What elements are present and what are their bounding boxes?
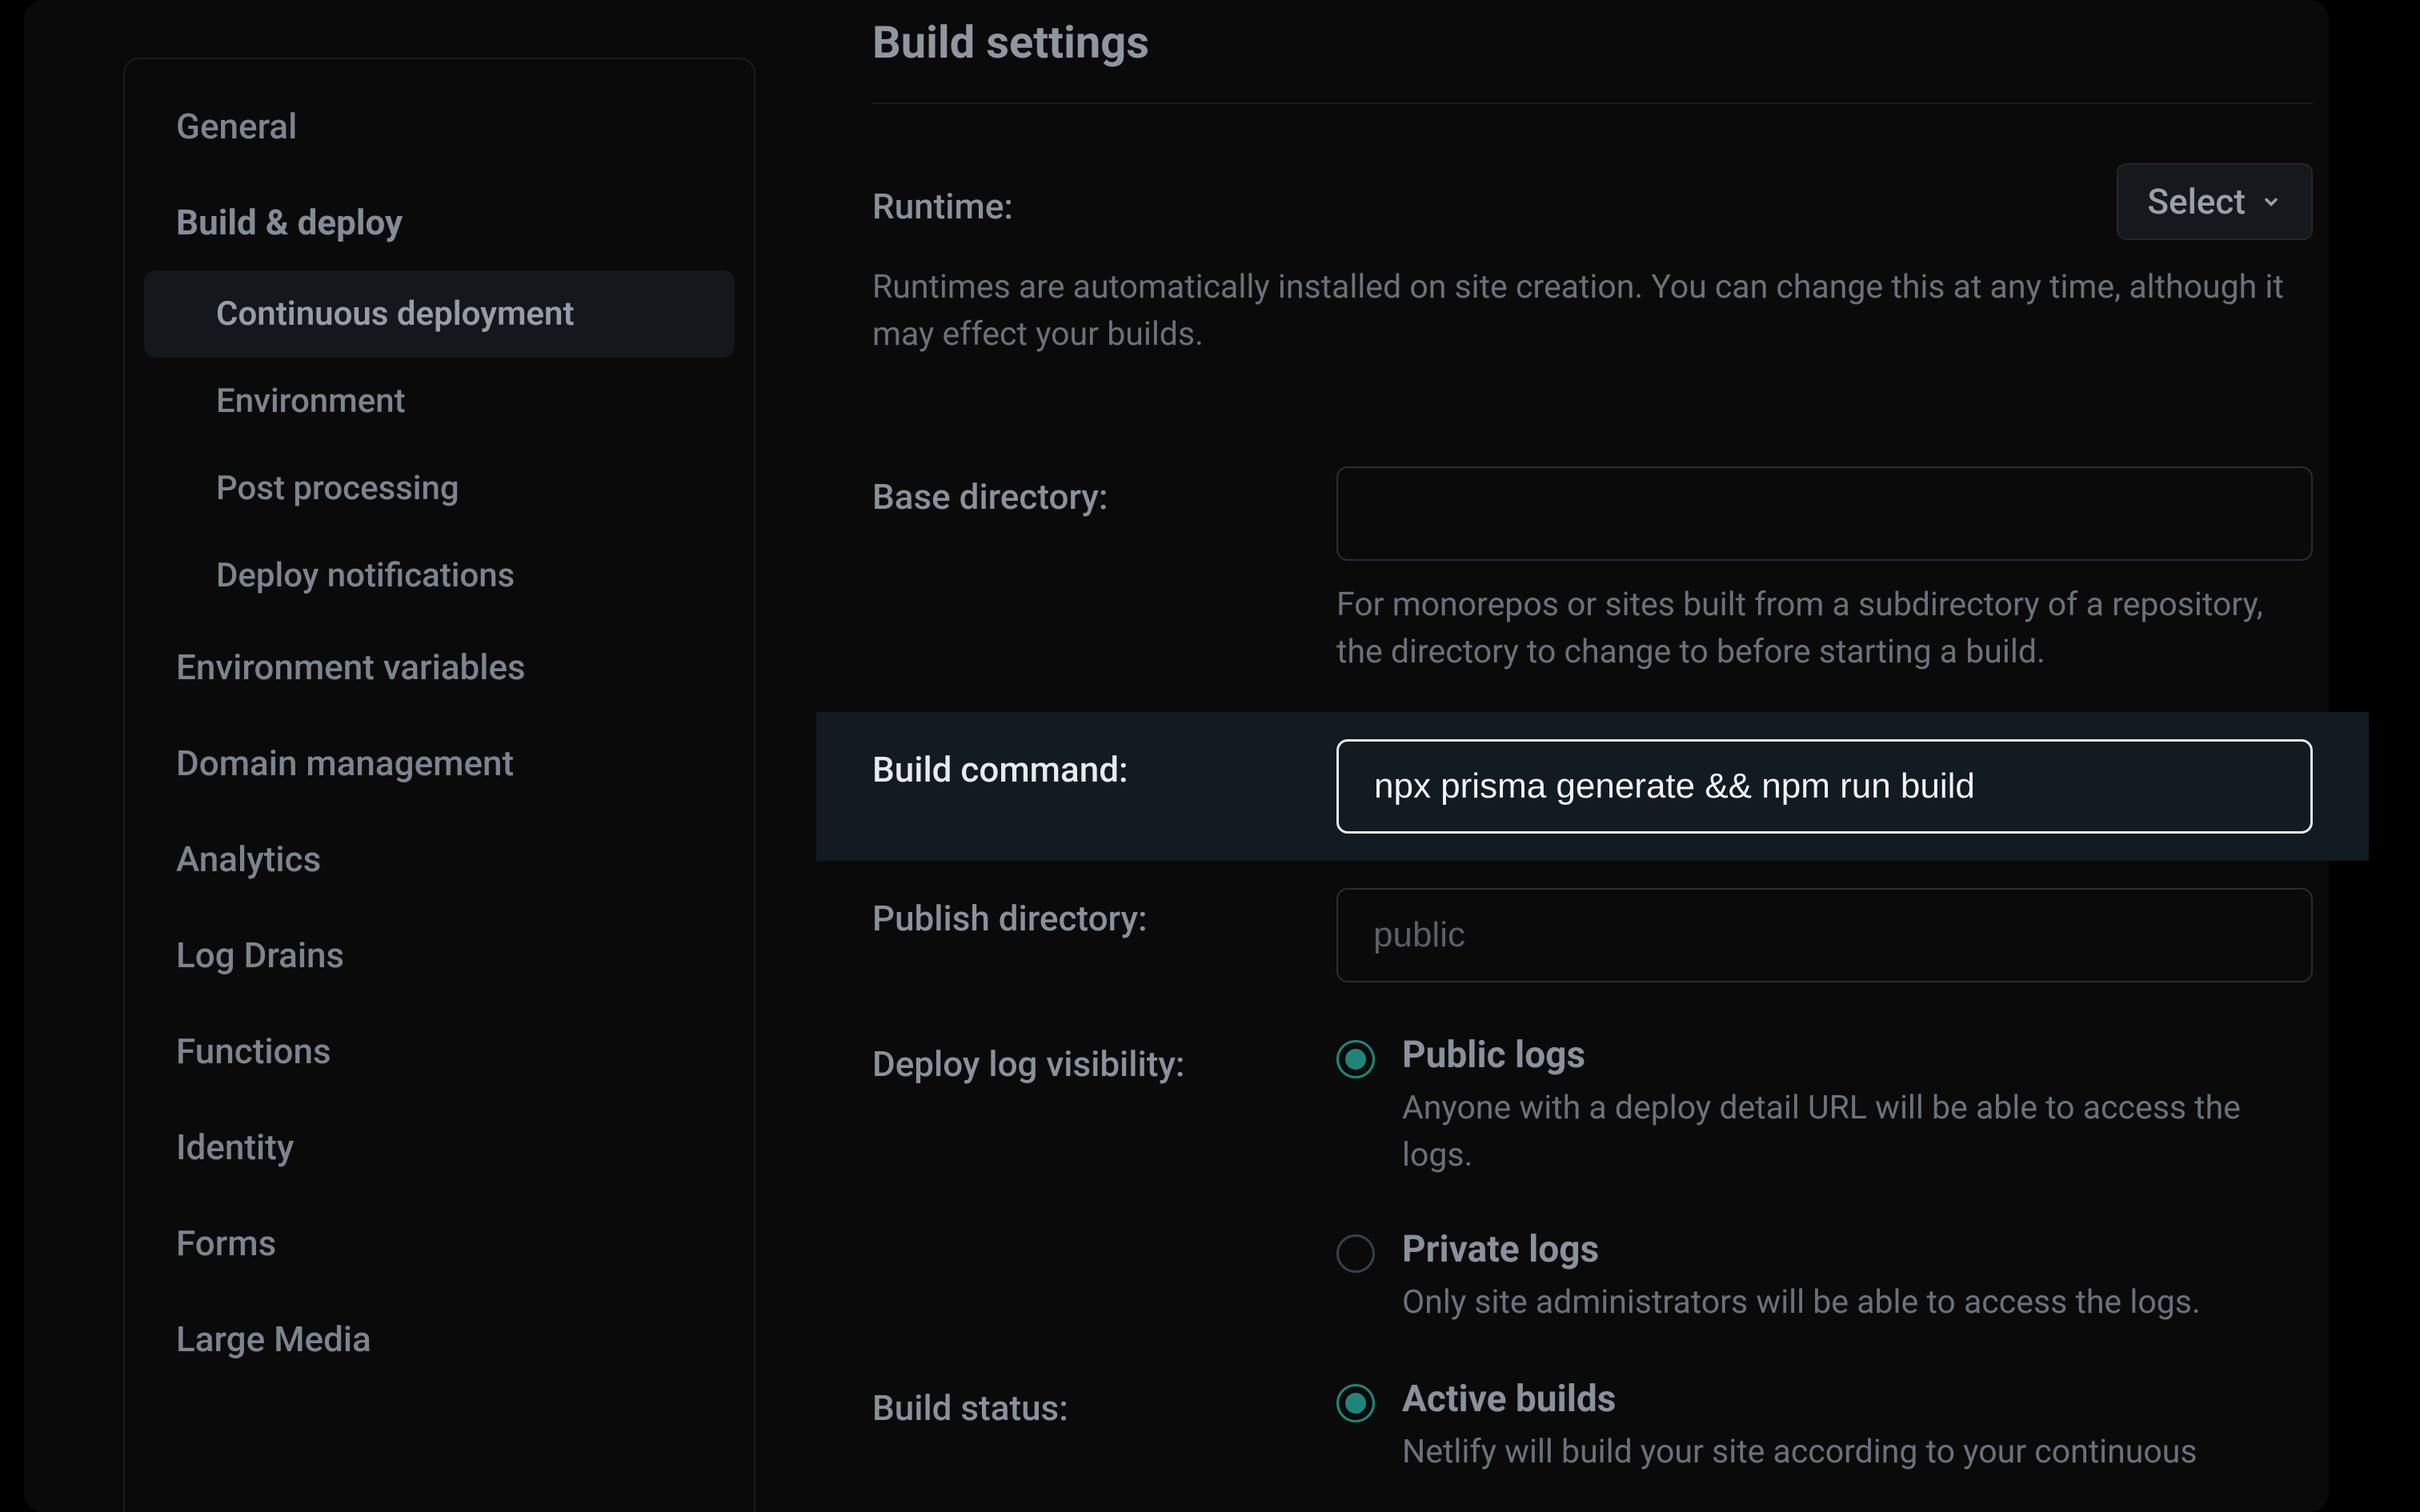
radio-icon[interactable]: [1336, 1234, 1375, 1273]
radio-desc-active: Netlify will build your site according t…: [1402, 1429, 2313, 1476]
publish-dir-row: Publish directory:: [872, 861, 2313, 1018]
radio-icon[interactable]: [1336, 1384, 1375, 1422]
settings-panel: General Build & deploy Continuous deploy…: [24, 0, 2329, 1512]
chevron-down-icon: [2260, 190, 2282, 213]
sidebar-item-build-deploy[interactable]: Build & deploy: [144, 174, 735, 270]
base-dir-row: Base directory: For monorepos or sites b…: [872, 450, 2313, 712]
deploy-log-label: Deploy log visibility:: [872, 1034, 1336, 1085]
radio-title-active: Active builds: [1402, 1378, 2313, 1421]
build-cmd-label: Build command:: [872, 739, 1336, 790]
sidebar-item-continuous-deployment[interactable]: Continuous deployment: [144, 270, 735, 358]
settings-sidebar: General Build & deploy Continuous deploy…: [123, 58, 755, 1512]
radio-title-private: Private logs: [1402, 1228, 2313, 1271]
radio-icon[interactable]: [1336, 1040, 1375, 1078]
radio-title-public: Public logs: [1402, 1034, 2313, 1077]
runtime-label: Runtime:: [872, 176, 1336, 227]
sidebar-item-environment-variables[interactable]: Environment variables: [144, 619, 735, 715]
radio-desc-public: Anyone with a deploy detail URL will be …: [1402, 1085, 2313, 1180]
sidebar-item-domain-management[interactable]: Domain management: [144, 715, 735, 811]
runtime-row: Runtime: Select Runtimes are automatical…: [872, 147, 2313, 394]
main-content: Build settings Runtime: Select Runtimes …: [872, 0, 2313, 1512]
deploy-log-row: Deploy log visibility: Public logs Anyon…: [872, 1018, 2313, 1362]
deploy-log-option-public[interactable]: Public logs Anyone with a deploy detail …: [1336, 1034, 2313, 1180]
sidebar-item-deploy-notifications[interactable]: Deploy notifications: [144, 532, 735, 619]
build-cmd-row: Build command:: [816, 712, 2369, 861]
runtime-help: Runtimes are automatically installed on …: [872, 264, 2313, 359]
sidebar-item-general[interactable]: General: [144, 78, 735, 174]
sidebar-item-environment[interactable]: Environment: [144, 358, 735, 445]
sidebar-item-log-drains[interactable]: Log Drains: [144, 907, 735, 1003]
sidebar-item-post-processing[interactable]: Post processing: [144, 445, 735, 532]
section-title: Build settings: [872, 0, 2313, 104]
runtime-select-label: Select: [2147, 181, 2246, 222]
publish-dir-label: Publish directory:: [872, 888, 1336, 939]
publish-dir-input[interactable]: [1336, 888, 2313, 982]
base-dir-input[interactable]: [1336, 466, 2313, 561]
deploy-log-option-private[interactable]: Private logs Only site administrators wi…: [1336, 1228, 2313, 1326]
sidebar-item-functions[interactable]: Functions: [144, 1003, 735, 1099]
base-dir-help: For monorepos or sites built from a subd…: [1336, 582, 2313, 677]
build-status-row: Build status: Active builds Netlify will…: [872, 1362, 2313, 1511]
build-status-option-active[interactable]: Active builds Netlify will build your si…: [1336, 1378, 2313, 1476]
build-status-label: Build status:: [872, 1378, 1336, 1429]
sidebar-item-forms[interactable]: Forms: [144, 1195, 735, 1291]
sidebar-item-analytics[interactable]: Analytics: [144, 811, 735, 907]
runtime-select[interactable]: Select: [2117, 163, 2313, 240]
sidebar-item-identity[interactable]: Identity: [144, 1099, 735, 1195]
build-cmd-input[interactable]: [1336, 739, 2313, 834]
base-dir-label: Base directory:: [872, 466, 1336, 518]
radio-desc-private: Only site administrators will be able to…: [1402, 1279, 2313, 1326]
sidebar-item-large-media[interactable]: Large Media: [144, 1291, 735, 1387]
